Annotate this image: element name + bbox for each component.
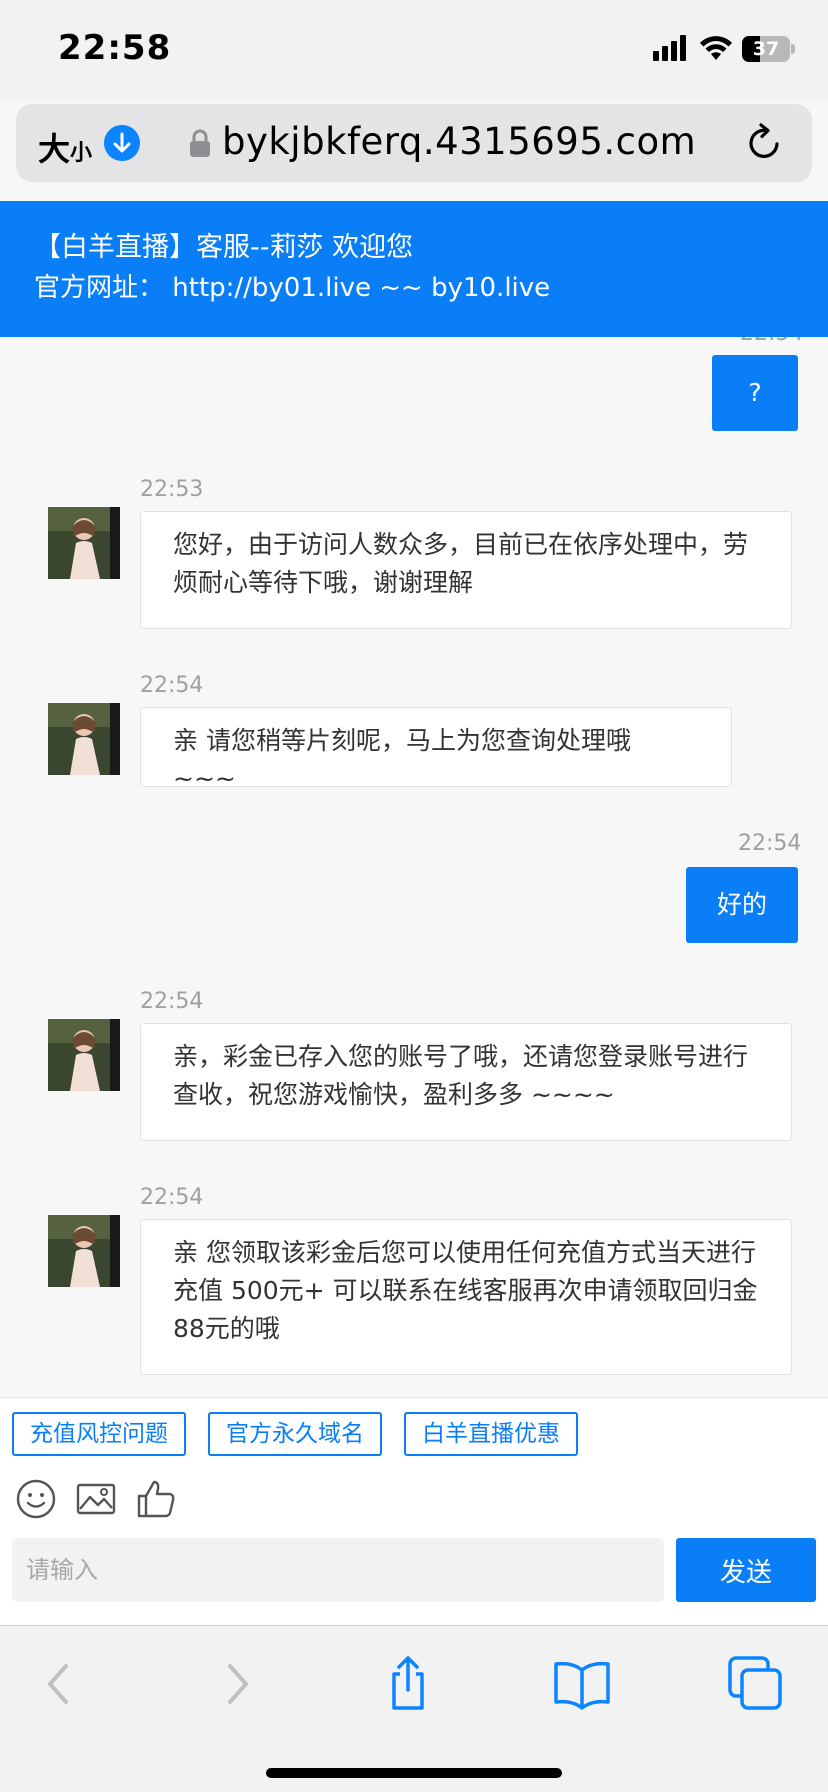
agent-avatar (48, 1215, 120, 1287)
address-bar[interactable]: 大小 bykjbkferq.4315695.com (16, 104, 812, 182)
header-title: 【白羊直播】客服--莉莎 欢迎您 (34, 232, 414, 263)
image-icon[interactable] (75, 1478, 117, 1520)
header-site: 官方网址： http://by01.live ~~ by10.live (34, 273, 551, 303)
message-list[interactable]: 22:54 ? 22:53 您好，由于访问人数众多，目前已在依序处理中，劳烦耐心… (0, 337, 828, 1397)
agent-avatar (48, 507, 120, 579)
message-time: 22:54 (140, 989, 204, 1014)
download-icon[interactable] (104, 125, 140, 161)
share-icon[interactable] (378, 1654, 438, 1714)
text-size-label-small: 小 (70, 141, 93, 166)
thumbs-up-icon[interactable] (135, 1478, 177, 1520)
lock-icon (190, 129, 210, 157)
text-size-label: 大 (38, 130, 71, 168)
agent-avatar (48, 703, 120, 775)
home-indicator (266, 1768, 562, 1778)
message-time: 22:54 (140, 673, 204, 698)
agent-avatar (48, 1019, 120, 1091)
quick-reply-button[interactable]: 充值风控问题 (12, 1412, 186, 1456)
chat-header: 【白羊直播】客服--莉莎 欢迎您 官方网址： http://by01.live … (0, 201, 828, 337)
battery-icon: 37 (742, 36, 790, 62)
incoming-message: 亲，彩金已存入您的账号了哦，还请您登录账号进行查收，祝您游戏愉快，盈利多多 ~~… (140, 1023, 792, 1141)
status-bar: 22:58 37 (0, 0, 828, 100)
message-time: 22:54 (140, 1185, 204, 1210)
forward-icon[interactable] (206, 1654, 266, 1714)
message-time: 22:54 (738, 831, 802, 856)
browser-toolbar (0, 1625, 828, 1792)
battery-percent: 37 (752, 38, 780, 60)
url-text[interactable]: bykjbkferq.4315695.com (222, 120, 696, 163)
send-button[interactable]: 发送 (676, 1538, 816, 1602)
phone-screen: 22:58 37 大小 bykjbkferq.4315695.com 【白羊直播… (0, 0, 828, 1792)
status-time: 22:58 (58, 28, 172, 68)
incoming-message: 亲 您领取该彩金后您可以使用任何充值方式当天进行充值 500元+ 可以联系在线客… (140, 1219, 792, 1375)
text-size-button[interactable]: 大小 (38, 124, 92, 170)
outgoing-message: 好的 (686, 867, 798, 943)
tabs-icon[interactable] (726, 1654, 786, 1714)
message-time: 22:53 (140, 477, 204, 502)
cellular-signal-icon (653, 35, 687, 61)
wifi-icon (700, 36, 732, 60)
message-time: 22:54 (740, 337, 803, 346)
bookmarks-icon[interactable] (552, 1654, 612, 1714)
incoming-message: 您好，由于访问人数众多，目前已在依序处理中，劳烦耐心等待下哦，谢谢理解 (140, 511, 792, 629)
quick-reply-button[interactable]: 官方永久域名 (208, 1412, 382, 1456)
reload-icon[interactable] (744, 122, 786, 164)
incoming-message: 亲 请您稍等片刻呢，马上为您查询处理哦 ~~~ (140, 707, 732, 793)
smiley-icon[interactable] (15, 1478, 57, 1520)
message-input[interactable] (12, 1538, 664, 1602)
battery-cap (791, 44, 795, 54)
outgoing-message: ? (712, 355, 798, 431)
chat-footer: 充值风控问题 官方永久域名 白羊直播优惠 发送 (0, 1397, 828, 1625)
quick-reply-button[interactable]: 白羊直播优惠 (404, 1412, 578, 1456)
back-icon[interactable] (30, 1654, 90, 1714)
